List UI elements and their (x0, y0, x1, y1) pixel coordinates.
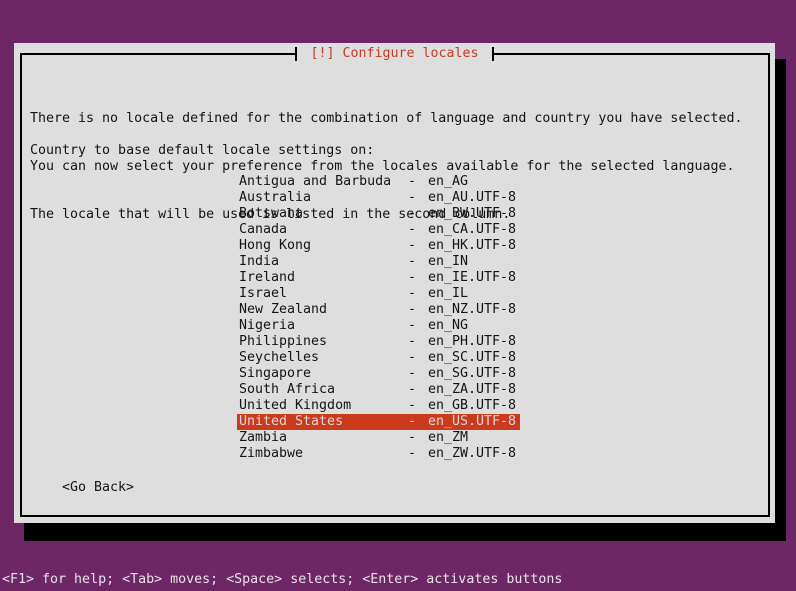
country-label: Singapore (239, 366, 311, 382)
locale-list-item[interactable]: Nigeria -en_NG (237, 318, 520, 334)
locale-list-item[interactable]: India -en_IN (237, 254, 520, 270)
separator-dash: - (408, 174, 416, 190)
separator-dash: - (408, 270, 416, 286)
separator-dash: - (408, 190, 416, 206)
separator-dash: - (408, 414, 416, 430)
separator-dash: - (408, 446, 416, 462)
separator-dash: - (408, 334, 416, 350)
locale-list-item[interactable]: Antigua and Barbuda -en_AG (237, 174, 520, 190)
locale-code: en_GB.UTF-8 (428, 398, 516, 414)
locale-list-item[interactable]: Ireland -en_IE.UTF-8 (237, 270, 520, 286)
separator-dash: - (408, 286, 416, 302)
separator-dash: - (408, 222, 416, 238)
country-label: India (239, 254, 279, 270)
locale-list-item-selected[interactable]: United States -en_US.UTF-8 (237, 414, 520, 430)
configure-locales-dialog: [!] Configure locales There is no locale… (14, 43, 775, 523)
go-back-button[interactable]: <Go Back> (62, 480, 134, 496)
country-label: Israel (239, 286, 287, 302)
help-bar: <F1> for help; <Tab> moves; <Space> sele… (2, 572, 562, 588)
country-label: Philippines (239, 334, 327, 350)
locale-list-item[interactable]: Australia -en_AU.UTF-8 (237, 190, 520, 206)
locale-list-item[interactable]: Seychelles -en_SC.UTF-8 (237, 350, 520, 366)
locale-code: en_ZM (428, 430, 468, 446)
country-label: Canada (239, 222, 287, 238)
locale-list-item[interactable]: New Zealand -en_NZ.UTF-8 (237, 302, 520, 318)
locale-list-item[interactable]: South Africa -en_ZA.UTF-8 (237, 382, 520, 398)
separator-dash: - (408, 254, 416, 270)
locale-code: en_US.UTF-8 (428, 414, 516, 430)
locale-list-item[interactable]: Botswana -en_BW.UTF-8 (237, 206, 520, 222)
separator-dash: - (408, 398, 416, 414)
description-line-2: You can now select your preference from … (30, 159, 742, 175)
locale-code: en_SC.UTF-8 (428, 350, 516, 366)
locale-list-item[interactable]: Singapore -en_SG.UTF-8 (237, 366, 520, 382)
country-label: Zimbabwe (239, 446, 303, 462)
locale-list-item[interactable]: Israel -en_IL (237, 286, 520, 302)
locale-code: en_NG (428, 318, 468, 334)
country-label: Seychelles (239, 350, 319, 366)
country-label: Antigua and Barbuda (239, 174, 391, 190)
country-label: United States (239, 414, 343, 430)
locale-code: en_IE.UTF-8 (428, 270, 516, 286)
country-label: South Africa (239, 382, 335, 398)
locale-code: en_HK.UTF-8 (428, 238, 516, 254)
locale-code: en_ZW.UTF-8 (428, 446, 516, 462)
locale-code: en_IN (428, 254, 468, 270)
locale-code: en_AU.UTF-8 (428, 190, 516, 206)
locale-list-item[interactable]: Philippines -en_PH.UTF-8 (237, 334, 520, 350)
country-label: New Zealand (239, 302, 327, 318)
locale-prompt: Country to base default locale settings … (30, 143, 374, 159)
locale-list-item[interactable]: Hong Kong -en_HK.UTF-8 (237, 238, 520, 254)
separator-dash: - (408, 238, 416, 254)
locale-code: en_IL (428, 286, 468, 302)
separator-dash: - (408, 318, 416, 334)
separator-dash: - (408, 430, 416, 446)
country-label: Zambia (239, 430, 287, 446)
country-label: United Kingdom (239, 398, 351, 414)
installer-screen: { "screen": { "background_color": "#6e27… (0, 0, 796, 591)
description-line-1: There is no locale defined for the combi… (30, 111, 742, 127)
locale-list-item[interactable]: Zimbabwe -en_ZW.UTF-8 (237, 446, 520, 462)
country-label: Botswana (239, 206, 303, 222)
country-label: Australia (239, 190, 311, 206)
locale-code: en_SG.UTF-8 (428, 366, 516, 382)
locale-code: en_PH.UTF-8 (428, 334, 516, 350)
separator-dash: - (408, 382, 416, 398)
separator-dash: - (408, 366, 416, 382)
locale-code: en_ZA.UTF-8 (428, 382, 516, 398)
locale-code: en_AG (428, 174, 468, 190)
separator-dash: - (408, 350, 416, 366)
country-label: Hong Kong (239, 238, 311, 254)
separator-dash: - (408, 302, 416, 318)
locale-list-item[interactable]: United Kingdom -en_GB.UTF-8 (237, 398, 520, 414)
country-label: Nigeria (239, 318, 295, 334)
locale-code: en_NZ.UTF-8 (428, 302, 516, 318)
locale-code: en_BW.UTF-8 (428, 206, 516, 222)
locale-list: Antigua and Barbuda-en_AGAustralia-en_AU… (237, 174, 520, 462)
separator-dash: - (408, 206, 416, 222)
locale-list-item[interactable]: Zambia -en_ZM (237, 430, 520, 446)
locale-code: en_CA.UTF-8 (428, 222, 516, 238)
locale-list-item[interactable]: Canada -en_CA.UTF-8 (237, 222, 520, 238)
country-label: Ireland (239, 270, 295, 286)
